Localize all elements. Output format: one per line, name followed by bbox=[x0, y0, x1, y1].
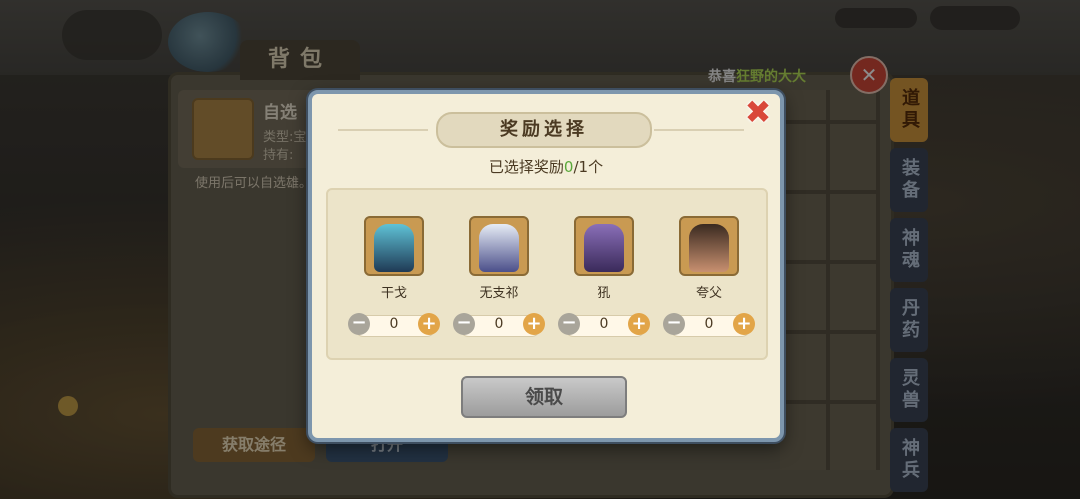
reward-item: 犼 − 0 + bbox=[558, 216, 650, 337]
reward-item: 夸父 − 0 + bbox=[663, 216, 755, 337]
minus-button[interactable]: − bbox=[663, 313, 685, 335]
selected-prefix: 已选择奖励 bbox=[488, 158, 564, 176]
reward-name: 犼 bbox=[597, 286, 611, 301]
minus-button[interactable]: − bbox=[348, 313, 370, 335]
title-divider-left bbox=[338, 129, 428, 131]
quantity-value: 0 bbox=[704, 316, 714, 332]
white-ape-icon[interactable] bbox=[469, 216, 529, 276]
wolf-beast-icon[interactable] bbox=[574, 216, 634, 276]
claim-button[interactable]: 领取 bbox=[461, 376, 627, 418]
quantity-stepper: − 0 + bbox=[558, 313, 650, 337]
quantity-value: 0 bbox=[599, 316, 609, 332]
reward-select-modal: 奖励选择 ✖ 已选择奖励0/1个 干戈 − 0 + 无支祁 − 0 + 犼 − … bbox=[308, 90, 784, 442]
plus-button[interactable]: + bbox=[628, 313, 650, 335]
minus-button[interactable]: − bbox=[453, 313, 475, 335]
quantity-value: 0 bbox=[389, 316, 399, 332]
quantity-stepper: − 0 + bbox=[348, 313, 440, 337]
reward-item: 干戈 − 0 + bbox=[348, 216, 440, 337]
reward-name: 无支祁 bbox=[479, 286, 519, 301]
reward-list: 干戈 − 0 + 无支祁 − 0 + 犼 − 0 + 夸父 − 0 + bbox=[326, 188, 768, 360]
quantity-stepper: − 0 + bbox=[663, 313, 755, 337]
quantity-value: 0 bbox=[494, 316, 504, 332]
reward-item: 无支祁 − 0 + bbox=[453, 216, 545, 337]
quantity-stepper: − 0 + bbox=[453, 313, 545, 337]
modal-title: 奖励选择 bbox=[436, 112, 652, 148]
selected-count: 已选择奖励0/1个 bbox=[312, 156, 780, 177]
plus-button[interactable]: + bbox=[733, 313, 755, 335]
reward-name: 干戈 bbox=[380, 286, 407, 301]
giant-hero-icon[interactable] bbox=[679, 216, 739, 276]
selected-total: /1个 bbox=[573, 158, 604, 176]
armored-warrior-icon[interactable] bbox=[364, 216, 424, 276]
plus-button[interactable]: + bbox=[418, 313, 440, 335]
minus-button[interactable]: − bbox=[558, 313, 580, 335]
reward-name: 夸父 bbox=[695, 286, 722, 301]
close-icon: ✖ bbox=[744, 93, 772, 131]
modal-close-button[interactable]: ✖ bbox=[742, 96, 774, 128]
title-divider-right bbox=[654, 129, 744, 131]
plus-button[interactable]: + bbox=[523, 313, 545, 335]
